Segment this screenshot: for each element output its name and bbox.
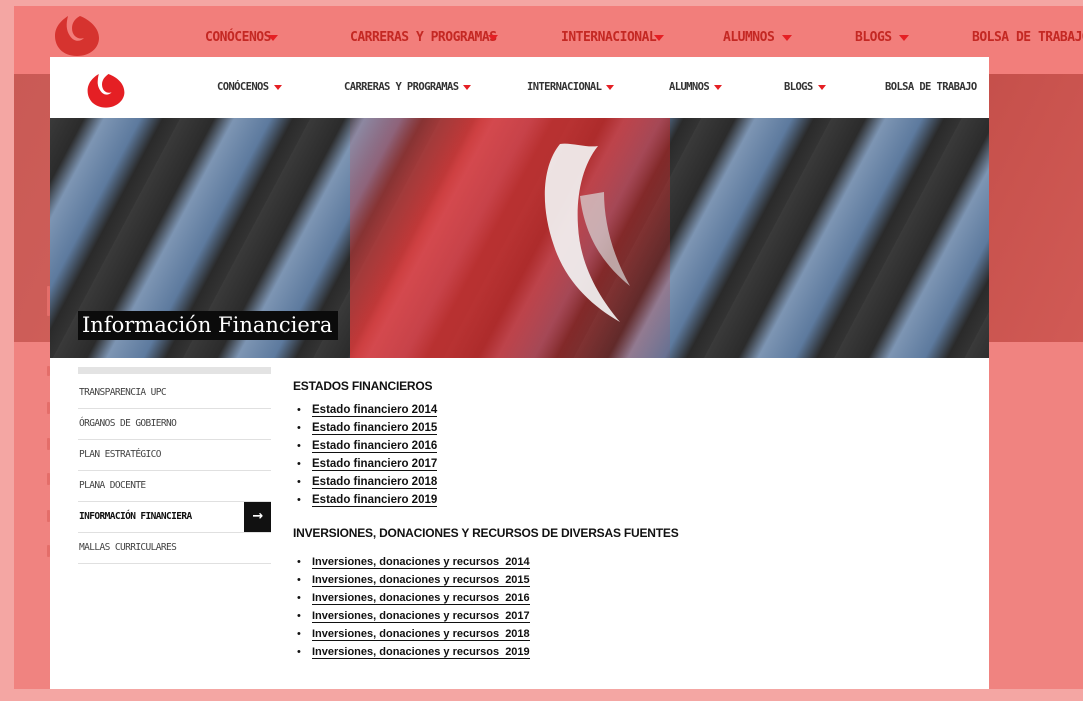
background-dropdown-icon [893,30,909,45]
list-item: Inversiones, donaciones y recursos 2017 [293,607,933,625]
sidebar-item-label: INFORMACIÓN FINANCIERA [79,511,192,522]
sidebar-item-label: ÓRGANOS DE GOBIERNO [79,418,177,429]
sidebar-item-transparencia-upc[interactable]: TRANSPARENCIA UPC [78,378,271,409]
inversiones-list: Inversiones, donaciones y recursos 2014 … [293,553,933,661]
list-item: Inversiones, donaciones y recursos 2016 [293,589,933,607]
nav-label: INTERNACIONAL [527,81,602,93]
background-nav-item: INTERNACIONAL [561,30,657,45]
list-item: Inversiones, donaciones y recursos 2018 [293,625,933,643]
sidebar-item-mallas-curriculares[interactable]: MALLAS CURRICULARES [78,533,271,564]
estado-financiero-2017-link[interactable]: Estado financiero 2017 [312,458,438,471]
inversiones-2015-link[interactable]: Inversiones, donaciones y recursos 2015 [312,574,530,587]
nav-bolsa-de-trabajo[interactable]: BOLSA DE TRABAJO [885,81,977,93]
estados-financieros-list: Estado financiero 2014 Estado financiero… [293,401,933,509]
nav-label: BOLSA DE TRABAJO [885,81,977,93]
background-dropdown-icon [482,30,498,45]
sidebar: TRANSPARENCIA UPC ÓRGANOS DE GOBIERNO PL… [78,367,271,564]
nav-label: ALUMNOS [669,81,710,93]
dropdown-icon [606,84,615,90]
main-content: ESTADOS FINANCIEROS Estado financiero 20… [293,379,933,661]
list-item: Estado financiero 2018 [293,473,933,491]
dropdown-icon [817,84,826,90]
sidebar-item-label: PLANA DOCENTE [79,480,146,491]
sidebar-item-informacion-financiera[interactable]: INFORMACIÓN FINANCIERA → [78,502,271,533]
estado-financiero-2016-link[interactable]: Estado financiero 2016 [312,440,438,453]
nav-carreras-y-programas[interactable]: CARRERAS Y PROGRAMAS [344,81,472,93]
background-dropdown-icon [648,30,664,45]
website-page: CONÓCENOS CARRERAS Y PROGRAMAS INTERNACI… [50,57,989,689]
page-title: Información Financiera [78,311,339,340]
sidebar-item-label: TRANSPARENCIA UPC [79,387,167,398]
list-item: Inversiones, donaciones y recursos 2014 [293,553,933,571]
background-nav-item: BOLSA DE TRABAJO [972,30,1083,45]
sidebar-item-plana-docente[interactable]: PLANA DOCENTE [78,471,271,502]
site-header: CONÓCENOS CARRERAS Y PROGRAMAS INTERNACI… [50,57,989,118]
nav-internacional[interactable]: INTERNACIONAL [527,81,615,93]
list-item: Inversiones, donaciones y recursos 2019 [293,643,933,661]
section-title-inversiones: INVERSIONES, DONACIONES Y RECURSOS DE DI… [293,526,679,540]
hero-upc-logo-icon [544,143,630,322]
inversiones-2017-link[interactable]: Inversiones, donaciones y recursos 2017 [312,610,530,623]
nav-alumnos[interactable]: ALUMNOS [669,81,723,93]
list-item: Estado financiero 2019 [293,491,933,509]
estado-financiero-2015-link[interactable]: Estado financiero 2015 [312,422,438,435]
nav-label: BLOGS [784,81,813,93]
estado-financiero-2018-link[interactable]: Estado financiero 2018 [312,476,438,489]
list-item: Estado financiero 2015 [293,419,933,437]
nav-conocenos[interactable]: CONÓCENOS [217,81,282,93]
nav-blogs[interactable]: BLOGS [784,81,826,93]
dropdown-icon [273,84,282,90]
hero-banner: Información Financiera [50,118,989,358]
background-dropdown-icon [776,30,792,45]
background-dropdown-icon [262,30,278,45]
list-item: Estado financiero 2017 [293,455,933,473]
section-title-estados-financieros: ESTADOS FINANCIEROS [293,379,433,393]
inversiones-2016-link[interactable]: Inversiones, donaciones y recursos 2016 [312,592,530,605]
dropdown-icon [463,84,472,90]
nav-label: CONÓCENOS [217,81,269,93]
estado-financiero-2014-link[interactable]: Estado financiero 2014 [312,404,438,417]
sidebar-item-label: PLAN ESTRATÉGICO [79,449,162,460]
estado-financiero-2019-link[interactable]: Estado financiero 2019 [312,494,438,507]
background-nav-item: CARRERAS Y PROGRAMAS [350,30,497,45]
nav-label: CARRERAS Y PROGRAMAS [344,81,459,93]
sidebar-item-plan-estrategico[interactable]: PLAN ESTRATÉGICO [78,440,271,471]
sidebar-item-organos-de-gobierno[interactable]: ÓRGANOS DE GOBIERNO [78,409,271,440]
list-item: Inversiones, donaciones y recursos 2015 [293,571,933,589]
background-nav-item: BLOGS [855,30,892,45]
arrow-right-icon[interactable]: → [244,502,271,532]
sidebar-item-label: MALLAS CURRICULARES [79,542,177,553]
dropdown-icon [714,84,723,90]
inversiones-2019-link[interactable]: Inversiones, donaciones y recursos 2019 [312,646,530,659]
inversiones-2014-link[interactable]: Inversiones, donaciones y recursos 2014 [312,556,530,569]
list-item: Estado financiero 2016 [293,437,933,455]
upc-logo-icon[interactable] [84,70,128,110]
inversiones-2018-link[interactable]: Inversiones, donaciones y recursos 2018 [312,628,530,641]
sidebar-top-bar [78,367,271,374]
background-nav-item: ALUMNOS [723,30,775,45]
background-logo-icon [55,16,99,56]
list-item: Estado financiero 2014 [293,401,933,419]
